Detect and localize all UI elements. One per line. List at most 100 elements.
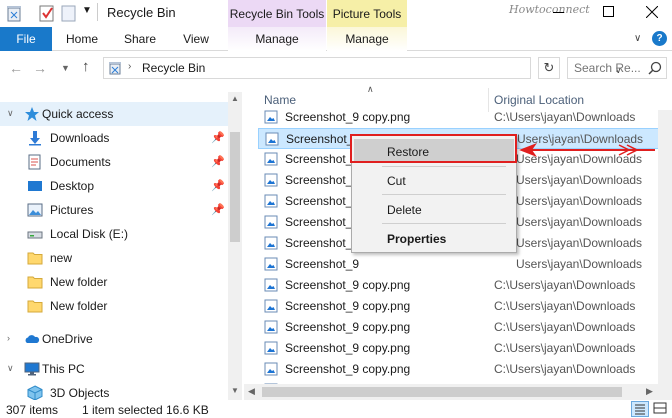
nav-item-3d-objects[interactable]: 3D Objects [0, 381, 228, 400]
nav-item-new-folder-1[interactable]: New folder [0, 270, 228, 294]
nav-item-label: Downloads [50, 131, 110, 145]
scroll-up-icon[interactable]: ▲ [231, 94, 239, 103]
scrollbar-thumb[interactable] [262, 387, 622, 397]
nav-item-documents[interactable]: Documents 📌 [0, 150, 228, 174]
customize-toolbar-icon[interactable]: ▼ [82, 5, 92, 16]
table-row[interactable]: Screenshot_9 copy.png C:\Users\jayan\Down… [258, 107, 660, 128]
tab-home[interactable]: Home [56, 27, 108, 51]
navigation-pane: ∨ Quick access Downloads 📌 Documents 📌 D… [0, 92, 242, 400]
file-name: Screenshot_9 copy.png [285, 320, 411, 334]
image-file-icon [264, 110, 278, 124]
nav-item-label: OneDrive [42, 332, 93, 346]
details-view-icon[interactable] [631, 401, 649, 417]
close-button[interactable] [630, 0, 672, 27]
nav-pane-scrollbar[interactable]: ▲ ▼ [228, 92, 242, 400]
navigation-bar: ← → ▼ ↑ › Recycle Bin ∨ ↻ [0, 52, 672, 84]
search-input[interactable] [574, 60, 646, 76]
recycle-bin-icon[interactable] [6, 4, 22, 22]
forward-arrow-icon[interactable]: → [33, 60, 47, 76]
pin-icon[interactable]: 📌 [211, 131, 225, 144]
help-icon[interactable]: ? [652, 31, 667, 46]
chevron-right-icon[interactable]: › [7, 333, 10, 343]
tab-share[interactable]: Share [114, 27, 166, 51]
selection-count: 1 item selected [82, 403, 163, 417]
scroll-left-icon[interactable]: ◀ [248, 386, 255, 397]
highlight-box [350, 134, 517, 163]
pin-icon[interactable]: 📌 [211, 155, 225, 168]
table-row[interactable]: Screenshot_9 Users\jayan\Downloads [258, 254, 660, 275]
recent-locations-icon[interactable]: ▼ [61, 63, 70, 73]
scroll-down-icon[interactable]: ▼ [231, 386, 239, 395]
scrollbar-thumb[interactable] [230, 132, 240, 242]
maximize-icon [603, 6, 614, 17]
title-divider [97, 3, 98, 21]
file-original-location: C:\Users\jayan\Downloads [494, 110, 636, 124]
horizontal-scrollbar[interactable]: ◀ ▶ [244, 384, 658, 400]
nav-item-local-disk[interactable]: Local Disk (E:) [0, 222, 228, 246]
image-file-icon [264, 299, 278, 313]
column-original-location[interactable]: Original Location [494, 93, 584, 107]
star-icon [25, 107, 39, 121]
minimize-button[interactable] [538, 0, 582, 27]
nav-item-downloads[interactable]: Downloads 📌 [0, 126, 228, 150]
close-icon [646, 6, 658, 18]
chevron-down-icon[interactable]: ∨ [7, 108, 14, 119]
table-row[interactable]: Screenshot_9 copy.png C:\Users\jayan\Down… [258, 275, 660, 296]
table-row[interactable]: Screenshot_9 copy.png C:\Users\jayan\Down… [258, 359, 660, 380]
nav-item-this-pc[interactable]: ∨ This PC [0, 357, 228, 381]
maximize-button[interactable] [586, 0, 630, 27]
search-box[interactable] [567, 57, 667, 79]
tab-manage-recycle-bin[interactable]: Manage [228, 27, 326, 51]
nav-item-label: Desktop [50, 179, 95, 193]
file-original-location: C:\Users\jayan\Downloads [494, 341, 636, 355]
file-original-location: Users\jayan\Downloads [516, 194, 643, 208]
nav-item-quick-access[interactable]: ∨ Quick access [0, 102, 228, 126]
address-bar[interactable]: › Recycle Bin ∨ [103, 57, 622, 79]
pin-icon[interactable]: 📌 [211, 203, 225, 216]
tab-view[interactable]: View [172, 27, 220, 51]
file-name: Screenshot_9 [285, 257, 360, 271]
nav-item-label: New folder [50, 299, 108, 313]
chevron-down-icon[interactable]: ∨ [7, 363, 14, 374]
menu-divider [382, 223, 506, 224]
file-original-location: Users\jayan\Downloads [516, 215, 643, 229]
table-row[interactable]: Screenshot_9 copy.png C:\Users\jayan\Down… [258, 338, 660, 359]
back-arrow-icon[interactable]: ← [9, 60, 23, 76]
nav-item-folder-new[interactable]: new [0, 246, 228, 270]
large-icons-view-icon[interactable] [652, 401, 670, 417]
breadcrumb-chevron-icon[interactable]: › [128, 61, 131, 72]
menu-item-properties[interactable]: Properties [354, 226, 514, 250]
expand-ribbon-icon[interactable]: ∨ [634, 33, 641, 44]
pin-icon[interactable]: 📌 [211, 179, 225, 192]
file-list-scrollbar[interactable] [658, 110, 672, 400]
menu-item-label: Properties [387, 232, 447, 246]
image-file-icon [265, 132, 279, 146]
table-row[interactable]: Screenshot_9 copy.png C:\Users\jayan\Down… [258, 296, 660, 317]
file-original-location: Users\jayan\Downloads [516, 236, 643, 250]
breadcrumb[interactable]: Recycle Bin [142, 61, 205, 75]
refresh-button[interactable]: ↻ [538, 57, 560, 79]
new-folder-icon[interactable] [61, 4, 77, 22]
file-name: Screenshot_9 [285, 215, 360, 229]
cube-icon [27, 385, 43, 400]
table-row[interactable]: Screenshot_9 copy.png C:\Users\jayan\Down… [258, 317, 660, 338]
nav-item-desktop[interactable]: Desktop 📌 [0, 174, 228, 198]
explorer-window: ▼ Recycle Bin Recycle Bin Tools Picture … [0, 0, 672, 418]
nav-item-onedrive[interactable]: › OneDrive [0, 327, 228, 351]
menu-item-cut[interactable]: Cut [354, 168, 514, 192]
image-file-icon [264, 320, 278, 334]
image-file-icon [264, 257, 278, 271]
search-icon[interactable] [648, 61, 662, 75]
nav-item-new-folder-2[interactable]: New folder [0, 294, 228, 318]
column-name[interactable]: Name [264, 93, 296, 107]
properties-icon[interactable] [39, 4, 55, 22]
scroll-right-icon[interactable]: ▶ [646, 386, 653, 397]
documents-icon [28, 154, 41, 170]
menu-item-delete[interactable]: Delete [354, 197, 514, 221]
tab-manage-picture[interactable]: Manage [327, 27, 407, 51]
nav-item-pictures[interactable]: Pictures 📌 [0, 198, 228, 222]
image-file-icon [264, 215, 278, 229]
up-arrow-icon[interactable]: ↑ [82, 58, 90, 75]
tab-file[interactable]: File [0, 27, 52, 51]
image-file-icon [264, 152, 278, 166]
